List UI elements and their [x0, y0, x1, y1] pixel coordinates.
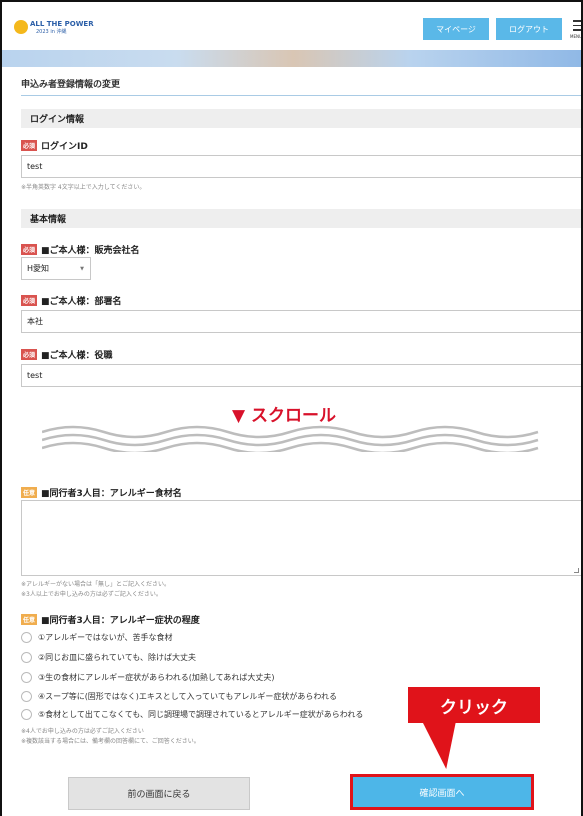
menu-label: MENU: [570, 34, 582, 39]
allergy-food-label: 任意 ■同行者3人目：アレルギー食材名: [21, 486, 182, 499]
department-label: 必須 ■ご本人様：部署名: [21, 294, 122, 307]
position-label-text: ■ご本人様：役職: [41, 351, 113, 361]
allergy-food-note-2: ※3人以上でお申し込みの方は必ずご記入ください。: [21, 591, 162, 598]
allergy-option-5[interactable]: ⑤食材として出てこなくても、同じ調理場で調理されているとアレルギー症状があらわれ…: [21, 709, 363, 720]
confirm-button[interactable]: 確認画面へ: [350, 774, 534, 810]
allergy-option-3[interactable]: ③生の食材にアレルギー症状があらわれる(加熱してあれば大丈夫): [21, 672, 275, 683]
radio-button[interactable]: [21, 709, 32, 720]
company-label: 必須 ■ご本人様：販売会社名: [21, 243, 140, 256]
allergy-food-note-1: ※アレルギーがない場合は「無し」とご記入ください。: [21, 581, 171, 588]
logo-subtext: 2023 in 沖縄: [36, 29, 67, 35]
callout-pointer: [422, 721, 467, 769]
sun-icon: [14, 20, 28, 34]
header-banner-image: [2, 50, 581, 67]
hamburger-menu-icon[interactable]: [573, 20, 581, 34]
required-badge: 必須: [21, 295, 38, 306]
position-input[interactable]: test: [21, 364, 581, 387]
resize-handle-icon[interactable]: [574, 568, 579, 573]
radio-label: ②同じお皿に盛られていても、除けば大丈夫: [38, 653, 197, 662]
login-id-label: 必須 ログインID: [21, 139, 88, 152]
allergy-option-1[interactable]: ①アレルギーではないが、苦手な食材: [21, 632, 173, 643]
allergy-option-4[interactable]: ④スープ等に(固形ではなく)エキスとして入っていてもアレルギー症状があらわれる: [21, 691, 337, 702]
required-badge: 必須: [21, 244, 38, 255]
wave-divider: [42, 425, 539, 452]
allergy-level-label: 任意 ■同行者3人目：アレルギー症状の程度: [21, 613, 200, 626]
allergy-level-label-text: ■同行者3人目：アレルギー症状の程度: [41, 616, 200, 626]
radio-button[interactable]: [21, 672, 32, 683]
allergy-option-2[interactable]: ②同じお皿に盛られていても、除けば大丈夫: [21, 652, 196, 663]
company-select[interactable]: H愛知 ▼: [21, 257, 91, 280]
allergy-level-note-1: ※4人でお申し込みの方は必ずご記入ください: [21, 728, 144, 735]
mypage-button[interactable]: マイページ: [423, 18, 489, 40]
page-title: 申込み者登録情報の変更: [21, 80, 121, 90]
required-badge: 必須: [21, 140, 38, 151]
department-input[interactable]: 本社: [21, 310, 581, 333]
section-login-info: ログイン情報: [21, 109, 581, 128]
login-id-label-text: ログインID: [41, 142, 88, 152]
company-select-value: H愛知: [27, 264, 50, 273]
title-divider: [21, 95, 581, 96]
radio-label: ①アレルギーではないが、苦手な食材: [38, 633, 173, 642]
click-callout: クリック: [408, 687, 540, 723]
allergy-level-note-2: ※複数該当する場合には、備考欄の回答欄にて、ご回答ください。: [21, 738, 200, 745]
back-button[interactable]: 前の画面に戻る: [68, 777, 250, 810]
radio-button[interactable]: [21, 652, 32, 663]
site-header: ALL THE POWER 2023 in 沖縄 マイページ ログアウト MEN…: [2, 2, 582, 50]
login-id-input[interactable]: test: [21, 155, 581, 178]
radio-label: ③生の食材にアレルギー症状があらわれる(加熱してあれば大丈夫): [38, 673, 275, 682]
radio-label: ⑤食材として出てこなくても、同じ調理場で調理されているとアレルギー症状があらわれ…: [38, 710, 364, 719]
department-label-text: ■ご本人様：部署名: [41, 297, 122, 307]
allergy-food-label-text: ■同行者3人目：アレルギー食材名: [41, 489, 182, 499]
logo-text: ALL THE POWER: [30, 20, 94, 28]
login-id-note: ※半角英数字 4文字以上で入力してください。: [21, 184, 146, 191]
company-label-text: ■ご本人様：販売会社名: [41, 246, 140, 256]
position-label: 必須 ■ご本人様：役職: [21, 348, 113, 361]
optional-badge: 任意: [21, 614, 38, 625]
radio-button[interactable]: [21, 632, 32, 643]
optional-badge: 任意: [21, 487, 38, 498]
logout-button[interactable]: ログアウト: [496, 18, 562, 40]
required-badge: 必須: [21, 349, 38, 360]
section-basic-info: 基本情報: [21, 209, 581, 228]
radio-label: ④スープ等に(固形ではなく)エキスとして入っていてもアレルギー症状があらわれる: [38, 692, 338, 701]
page-frame: ALL THE POWER 2023 in 沖縄 マイページ ログアウト MEN…: [0, 0, 583, 816]
chevron-down-icon: ▼: [80, 265, 84, 272]
radio-button[interactable]: [21, 691, 32, 702]
allergy-food-textarea[interactable]: [21, 500, 581, 576]
site-logo[interactable]: ALL THE POWER 2023 in 沖縄: [14, 20, 94, 36]
